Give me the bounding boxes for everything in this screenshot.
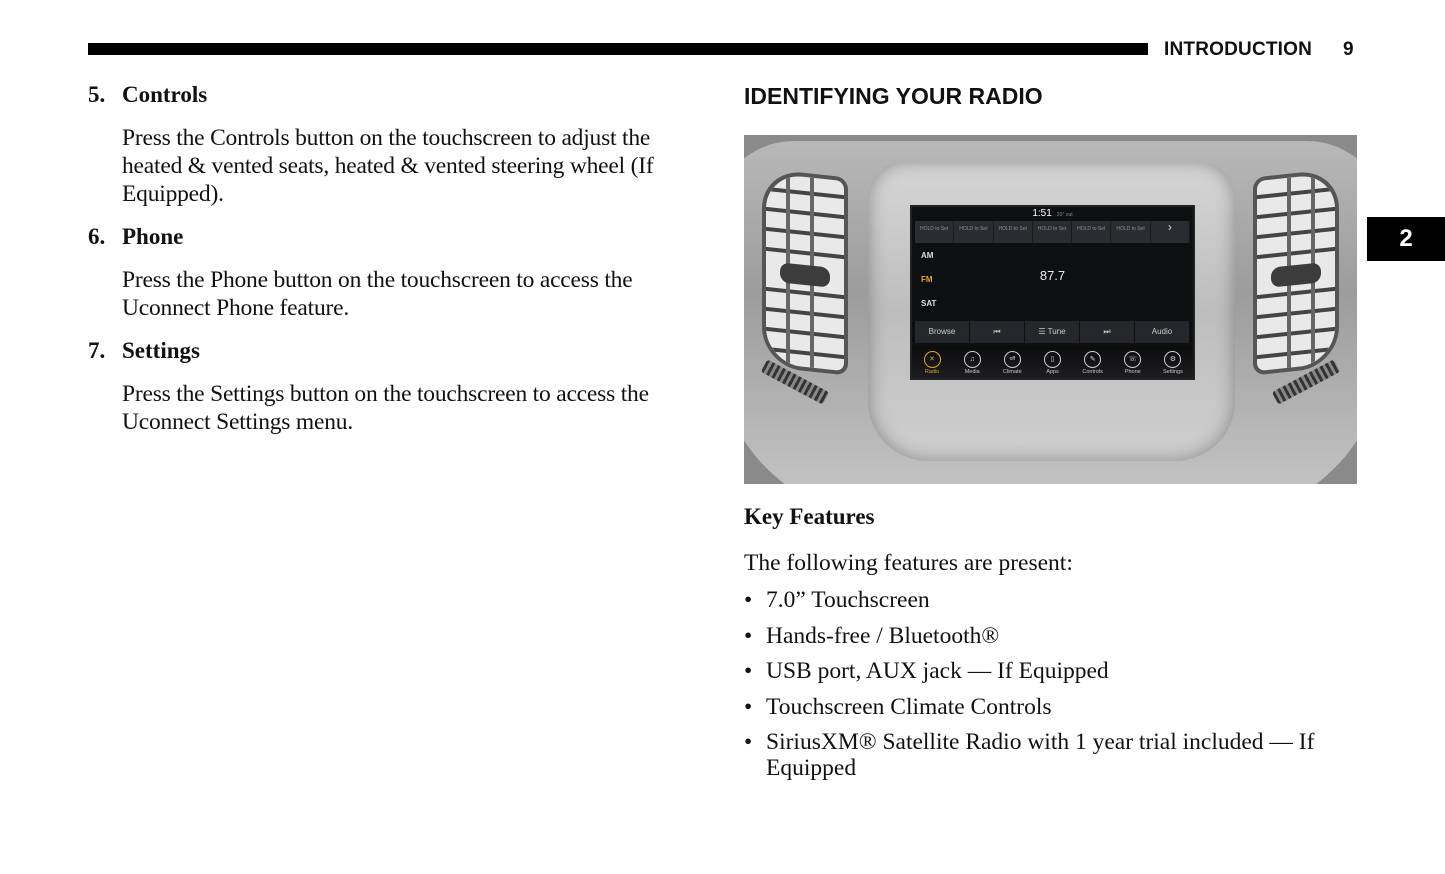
dock-controls[interactable]: ✎ Controls <box>1073 346 1113 378</box>
item-body: Press the Controls button on the touchsc… <box>122 125 654 207</box>
feature-text: Touchscreen Climate Controls <box>766 693 1052 720</box>
left-column: 5. Controls Press the Controls button on … <box>88 80 708 450</box>
dock-label: Controls <box>1082 369 1103 375</box>
list-item: • USB port, AUX jack — If Equipped <box>744 658 1359 684</box>
item-title: Phone <box>122 224 184 249</box>
dock-apps[interactable]: ▯ Apps <box>1032 346 1072 378</box>
preset-button[interactable]: HOLD to Set <box>954 221 994 243</box>
list-item: • Touchscreen Climate Controls <box>744 694 1359 720</box>
list-item-settings: 7. Settings Press the Settings button on … <box>88 336 708 436</box>
feature-text: 7.0” Touchscreen <box>766 587 930 613</box>
page-number: 9 <box>1343 39 1354 60</box>
bullet: • <box>744 622 753 649</box>
list-item: • 7.0” Touchscreen <box>744 587 1359 613</box>
outside-temperature: 20° out <box>1056 212 1073 218</box>
band-selector: AM FM SAT <box>921 251 936 323</box>
band-sat[interactable]: SAT <box>921 299 936 323</box>
browse-button[interactable]: Browse <box>915 321 970 343</box>
dock-media[interactable]: ♫ Media <box>952 346 992 378</box>
gear-icon: ⚙ <box>1164 351 1182 368</box>
feature-text: USB port, AUX jack — If Equipped <box>766 658 1109 684</box>
item-title: Settings <box>122 338 200 363</box>
dock-label: Apps <box>1046 369 1059 375</box>
preset-button[interactable]: HOLD to Set <box>915 221 955 243</box>
item-title: Controls <box>122 82 208 107</box>
radio-controls: Browse ⏮ ☰ Tune ⏭ Audio <box>915 321 1190 343</box>
item-body: Press the Settings button on the touchsc… <box>122 381 649 435</box>
key-features-intro: The following features are present: <box>744 550 1073 576</box>
dock-settings[interactable]: ⚙ Settings <box>1153 346 1193 378</box>
item-body: Press the Phone button on the touchscree… <box>122 267 633 321</box>
preset-button[interactable]: HOLD to Set <box>1033 221 1073 243</box>
phone-icon: ☏ <box>1124 351 1142 368</box>
climate-icon: off <box>1003 351 1021 368</box>
dock-label: Climate <box>1003 369 1022 375</box>
touchscreen: 1:51 20° out HOLD to Set HOLD to Set HOLD… <box>910 205 1195 380</box>
list-item-phone: 6. Phone Press the Phone button on the to… <box>88 222 708 322</box>
audio-button[interactable]: Audio <box>1135 321 1190 343</box>
bullet: • <box>744 658 753 684</box>
key-features-list: • 7.0” Touchscreen • Hands-free / Bluetoot… <box>744 587 1359 791</box>
section-title: IDENTIFYING YOUR RADIO <box>744 83 1043 109</box>
feature-text: SiriusXM® Satellite Radio with 1 year tr… <box>766 729 1315 781</box>
preset-bar: HOLD to Set HOLD to Set HOLD to Set HOLD… <box>915 221 1190 243</box>
list-item: • Hands-free / Bluetooth® <box>744 623 1359 649</box>
item-number: 7. <box>88 338 106 363</box>
dock-label: Phone <box>1124 369 1141 375</box>
dock-climate[interactable]: off Climate <box>992 346 1032 378</box>
dock-label: Settings <box>1162 369 1183 375</box>
music-note-icon: ♫ <box>963 351 981 368</box>
radio-photo: 1:51 20° out HOLD to Set HOLD to Set HOLD… <box>744 135 1357 484</box>
bullet: • <box>744 693 753 720</box>
section-header: INTRODUCTION <box>1164 39 1313 60</box>
air-vent-right <box>1253 168 1339 376</box>
chapter-tab[interactable]: 2 <box>1367 217 1445 261</box>
preset-button[interactable]: HOLD to Set <box>1111 221 1151 243</box>
tune-button[interactable]: ☰ Tune <box>1025 321 1080 343</box>
bullet: • <box>744 729 753 755</box>
dock-phone[interactable]: ☏ Phone <box>1113 346 1153 378</box>
list-item-controls: 5. Controls Press the Controls button on … <box>88 80 708 208</box>
seek-forward-icon[interactable]: ⏭ <box>1080 321 1135 343</box>
apps-icon: ▯ <box>1043 351 1061 368</box>
dock-radio[interactable]: ✕ Radio <box>912 346 952 378</box>
radio-icon: ✕ <box>923 351 941 368</box>
dock-label: Radio <box>924 369 940 375</box>
status-bar: 1:51 20° out <box>912 207 1193 221</box>
chevron-right-icon[interactable]: › <box>1151 221 1190 243</box>
preset-button[interactable]: HOLD to Set <box>1072 221 1112 243</box>
seek-back-icon[interactable]: ⏮ <box>970 321 1025 343</box>
frequency-display: 87.7 <box>1039 268 1066 283</box>
bullet: • <box>744 587 753 613</box>
air-vent-left <box>762 168 848 376</box>
list-item: • SiriusXM® Satellite Radio with 1 year t… <box>744 729 1359 781</box>
feature-text: Hands-free / Bluetooth® <box>766 622 1000 649</box>
preset-button[interactable]: HOLD to Set <box>994 221 1033 243</box>
clock: 1:51 <box>1032 208 1052 219</box>
right-column: IDENTIFYING YOUR RADIO <box>744 80 1359 112</box>
header-rule <box>88 43 1148 55</box>
wrench-icon: ✎ <box>1084 351 1102 368</box>
item-number: 5. <box>88 82 106 107</box>
app-dock: ✕ Radio ♫ Media off Climate ▯ Apps ✎ Controls… <box>912 346 1193 378</box>
key-features-heading: Key Features <box>744 504 875 529</box>
dock-label: Media <box>964 369 980 375</box>
item-number: 6. <box>88 224 106 249</box>
